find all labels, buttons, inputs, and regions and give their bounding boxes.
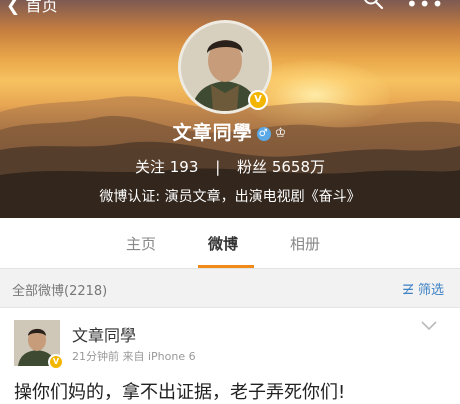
search-icon[interactable]: [362, 0, 384, 10]
post-time: 21分钟前: [72, 350, 119, 363]
following-stat[interactable]: 关注 193: [135, 158, 203, 176]
profile-name-row: 文章同學 ♂ ♔: [0, 118, 460, 145]
following-label: 关注: [134, 158, 165, 176]
post-author-name[interactable]: 文章同學: [72, 322, 136, 346]
male-gender-icon: ♂: [256, 126, 271, 141]
post-card[interactable]: V 文章同學 21分钟前 来自 iPhone 6 操你们妈的，拿不出证据，老子弄…: [0, 308, 460, 404]
tab-album[interactable]: 相册: [290, 233, 320, 254]
following-count: 193: [169, 158, 199, 176]
filter-button[interactable]: ☰̸ 筛选: [402, 279, 444, 298]
filter-icon: ☰̸: [402, 283, 414, 298]
stats-separator: |: [215, 158, 221, 176]
post-meta: 21分钟前 来自 iPhone 6: [72, 348, 196, 364]
post-text: 操你们妈的，拿不出证据，老子弄死你们!: [14, 382, 346, 403]
profile-name: 文章同學: [172, 122, 253, 144]
fans-count: 5658万: [271, 158, 326, 176]
post-count: 全部微博(2218): [12, 284, 108, 299]
post-source: 来自 iPhone 6: [122, 350, 196, 363]
chevron-left-icon: ❮: [6, 0, 21, 16]
verification-text: 微博认证: 演员文章，出演电视剧《奋斗》: [99, 189, 361, 205]
back-button[interactable]: ❮ 首页: [6, 0, 58, 16]
profile-header: ❮ 首页 ••• V 文章同學 ♂ ♔ 关注 193 | 粉丝 5658万 微博…: [0, 0, 460, 218]
fans-label: 粉丝: [237, 158, 268, 176]
crown-icon: ♔: [274, 126, 288, 141]
more-options-icon[interactable]: •••: [406, 0, 444, 16]
top-bar: ❮ 首页 •••: [0, 0, 460, 16]
chevron-down-icon[interactable]: [420, 320, 438, 332]
verified-icon: V: [248, 90, 268, 110]
filter-label: 筛选: [417, 283, 444, 298]
profile-stats: 关注 193 | 粉丝 5658万: [0, 156, 460, 177]
profile-tabs: 主页 微博 相册: [0, 218, 460, 269]
post-verified-icon: V: [48, 354, 64, 370]
tab-home[interactable]: 主页: [126, 233, 156, 254]
filter-bar: 全部微博(2218) ☰̸ 筛选: [0, 269, 460, 308]
back-label: 首页: [25, 0, 58, 15]
fans-stat[interactable]: 粉丝 5658万: [237, 158, 325, 176]
active-tab-indicator: [198, 265, 254, 268]
tab-weibo[interactable]: 微博: [208, 233, 238, 254]
